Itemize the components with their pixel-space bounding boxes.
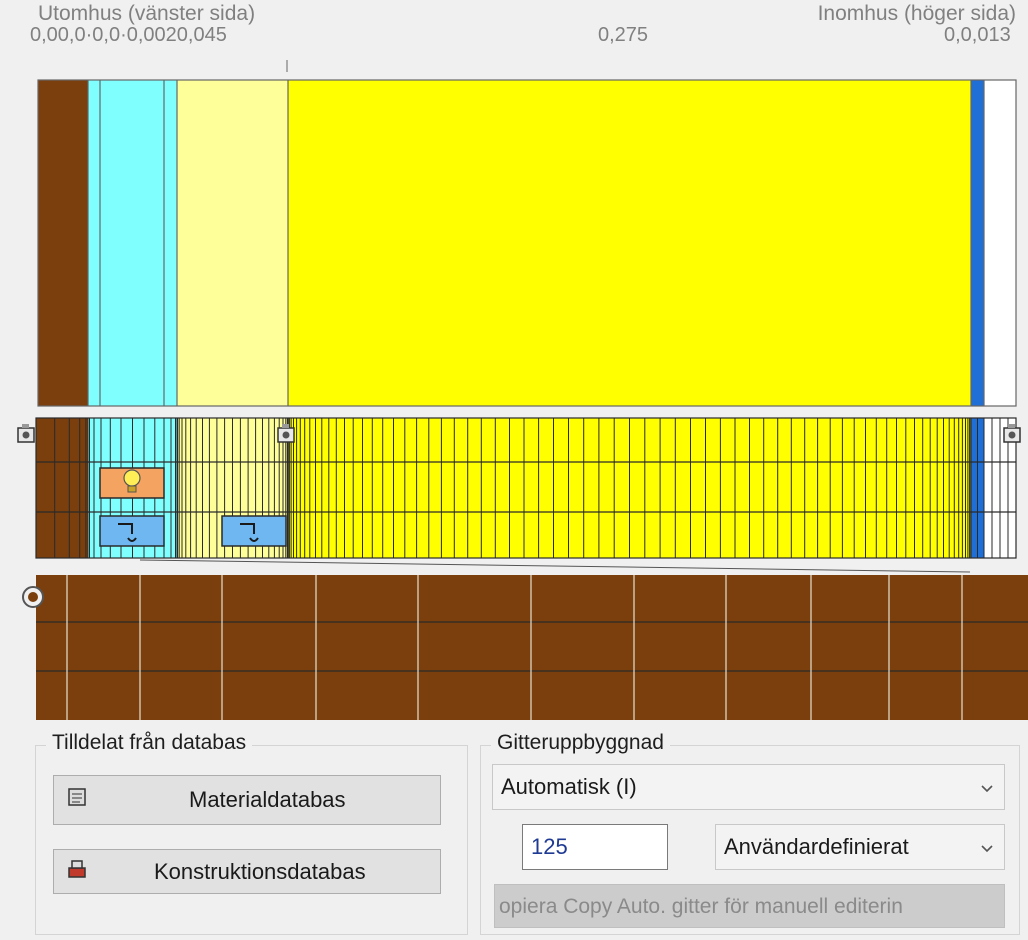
construction-cross-section[interactable] bbox=[0, 0, 1028, 720]
grid-type-select[interactable]: Användardefinierat bbox=[715, 824, 1005, 870]
moisture-source-1[interactable] bbox=[99, 515, 165, 547]
heat-source[interactable] bbox=[99, 467, 165, 499]
layer-white[interactable] bbox=[984, 80, 1016, 406]
layer-cyan[interactable] bbox=[100, 80, 164, 406]
layer-cyan-thin[interactable] bbox=[164, 80, 177, 406]
camera-marker-icon-left[interactable] bbox=[17, 424, 35, 443]
material-database-button[interactable]: Materialdatabas bbox=[53, 775, 441, 825]
chevron-down-icon bbox=[980, 834, 994, 860]
database-groupbox: Tilldelat från databas Materialdatabas K… bbox=[35, 731, 468, 935]
moisture-source-2[interactable] bbox=[221, 515, 287, 547]
grid-count-input[interactable] bbox=[522, 824, 668, 870]
layer-pale-yellow[interactable] bbox=[177, 80, 288, 406]
grid-groupbox: Gitteruppbyggnad Automatisk (I) Användar… bbox=[480, 731, 1020, 935]
result-grid[interactable] bbox=[22, 575, 1028, 720]
layer-thin[interactable] bbox=[88, 80, 100, 406]
database-group-title: Tilldelat från databas bbox=[46, 731, 253, 755]
grid-mode-value: Automatisk (I) bbox=[501, 774, 637, 799]
target-circle-icon[interactable] bbox=[22, 586, 44, 608]
construction-icon bbox=[66, 858, 88, 886]
layer-brown[interactable] bbox=[38, 80, 88, 406]
layer-yellow[interactable] bbox=[288, 80, 971, 406]
grid-type-value: Användardefinierat bbox=[724, 834, 909, 859]
grid-view[interactable] bbox=[17, 417, 1021, 573]
material-database-label: Materialdatabas bbox=[189, 787, 346, 812]
layer-view[interactable] bbox=[37, 79, 1017, 407]
copy-auto-grid-button[interactable]: opiera Copy Auto. gitter för manuell edi… bbox=[494, 884, 1005, 928]
construction-database-button[interactable]: Konstruktionsdatabas bbox=[53, 849, 441, 894]
chevron-down-icon bbox=[980, 774, 994, 800]
layer-blue[interactable] bbox=[971, 80, 984, 406]
construction-database-label: Konstruktionsdatabas bbox=[154, 858, 366, 884]
database-icon bbox=[66, 786, 88, 814]
grid-group-title: Gitteruppbyggnad bbox=[491, 731, 670, 755]
grid-mode-select[interactable]: Automatisk (I) bbox=[492, 764, 1005, 810]
